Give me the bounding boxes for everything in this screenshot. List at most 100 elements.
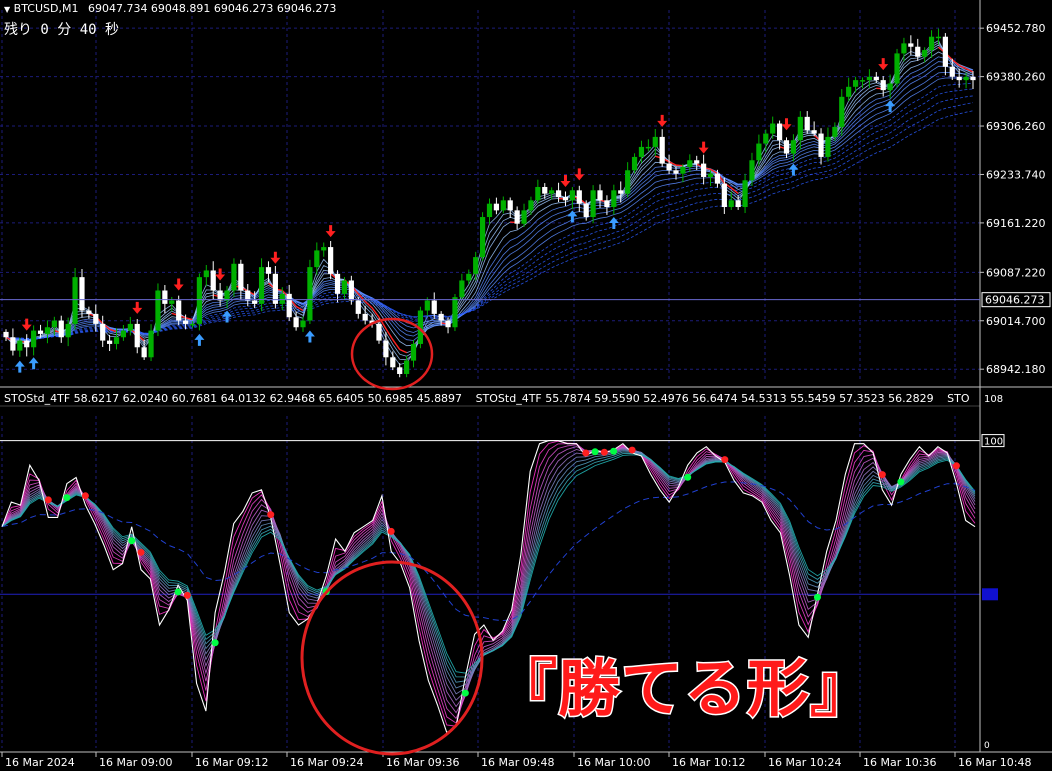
candle-body xyxy=(286,293,292,318)
time-tick-label: 16 Mar 10:36 xyxy=(863,756,936,769)
price-tick-label: 69014.700 xyxy=(986,315,1046,328)
candle-body xyxy=(452,297,458,328)
candle-body xyxy=(735,200,741,208)
symbol-label: BTCUSD,M1 xyxy=(13,2,79,15)
candle-body xyxy=(93,313,99,324)
candle-body xyxy=(604,200,610,208)
time-tick-label: 16 Mar 10:24 xyxy=(768,756,841,769)
candle-body xyxy=(680,166,686,174)
indicator-label-1: STOStd_4TF 58.6217 62.0240 60.7681 64.01… xyxy=(4,392,463,405)
candle-body xyxy=(169,300,175,304)
dropdown-triangle-icon[interactable]: ▼ xyxy=(4,5,10,14)
candle-body xyxy=(949,66,955,77)
candle-body xyxy=(811,130,817,134)
candle-body xyxy=(362,313,368,321)
price-tick-label: 69161.220 xyxy=(986,217,1046,230)
ma-bearish-segment xyxy=(392,339,401,350)
candle-body xyxy=(701,163,707,177)
candle-body xyxy=(486,203,493,218)
sell-arrow-icon xyxy=(215,268,226,281)
candle-body xyxy=(100,323,106,341)
candle-body xyxy=(107,340,113,344)
bearish-cross-dot xyxy=(81,492,89,500)
chart-svg[interactable]: 108 100 0 68942.180 69014.700 69087.220 69161… xyxy=(0,0,1052,771)
highlight-circle-indicator xyxy=(300,560,484,756)
candle-body xyxy=(307,267,313,321)
candle-body xyxy=(383,340,389,358)
candle-body xyxy=(279,293,285,304)
sell-arrow-icon xyxy=(560,175,571,188)
price-tick-label: 69087.220 xyxy=(986,266,1046,279)
candle-body xyxy=(134,323,140,348)
candle-body xyxy=(196,277,202,324)
candle-body xyxy=(625,170,631,194)
candle-body xyxy=(376,323,382,341)
buy-arrow-icon xyxy=(14,360,25,373)
bearish-cross-dot xyxy=(137,548,145,556)
candle-body xyxy=(355,300,361,314)
candle-body xyxy=(618,190,624,194)
bullish-cross-dot xyxy=(610,447,618,455)
grid-layer xyxy=(0,10,980,748)
candle-body xyxy=(500,200,506,211)
candle-body xyxy=(880,80,886,91)
sell-arrow-icon xyxy=(270,251,281,264)
indicator-label-2: STOStd_4TF 55.7874 59.5590 52.4976 56.64… xyxy=(475,392,934,405)
candle-body xyxy=(928,36,935,51)
ma-bearish-segment xyxy=(399,348,407,354)
time-tick-label: 16 Mar 10:12 xyxy=(672,756,745,769)
candle-body xyxy=(176,300,182,321)
candle-body xyxy=(258,267,265,304)
candle-body xyxy=(210,270,216,291)
sell-arrow-icon xyxy=(325,225,336,238)
candle-body xyxy=(459,280,465,298)
candle-body xyxy=(113,337,120,344)
sell-arrow-icon xyxy=(878,58,889,71)
candle-body xyxy=(334,273,341,294)
candle-body xyxy=(590,190,596,218)
candle-body xyxy=(770,123,776,134)
candle-body xyxy=(887,83,893,91)
time-tick-label: 16 Mar 09:24 xyxy=(290,756,363,769)
candle-body xyxy=(645,146,651,149)
candle-body xyxy=(970,76,976,81)
candle-body xyxy=(763,133,769,144)
price-tick-label: 69380.260 xyxy=(986,71,1046,84)
candle-body xyxy=(908,43,914,47)
ohlc-readout: 69047.734 69048.891 69046.273 69046.273 xyxy=(87,2,337,15)
candle-body xyxy=(493,203,500,211)
candle-body xyxy=(341,280,348,294)
price-tick-label: 69233.740 xyxy=(986,168,1046,181)
candle-body xyxy=(535,186,541,201)
callout-text: 『勝てる形』 xyxy=(495,652,873,725)
candle-body xyxy=(528,200,534,211)
candle-body xyxy=(72,277,78,324)
price-tick-label: 69452.780 xyxy=(986,22,1046,35)
candle-body xyxy=(777,123,783,141)
candle-body xyxy=(673,170,679,174)
buy-arrow-icon xyxy=(28,357,39,370)
indicator-header: STOStd_4TF 58.6217 62.0240 60.7681 64.01… xyxy=(4,392,979,405)
candle-body xyxy=(852,80,859,87)
time-tick-label: 16 Mar 09:12 xyxy=(195,756,268,769)
candle-body xyxy=(839,96,845,127)
candle-body xyxy=(749,160,755,181)
time-tick-label: 16 Mar 09:00 xyxy=(99,756,172,769)
candle-body xyxy=(265,267,272,274)
time-tick-label: 16 Mar 09:36 xyxy=(386,756,459,769)
candle-body xyxy=(818,133,824,157)
candle-body xyxy=(473,257,479,274)
candle-body xyxy=(542,186,548,194)
bearish-cross-dot xyxy=(44,496,52,504)
indicator-scale-bottom: 0 xyxy=(984,741,990,751)
candle-body xyxy=(956,76,962,81)
bullish-cross-dot xyxy=(813,593,821,601)
buy-arrow-icon xyxy=(304,330,315,343)
candle-body xyxy=(404,360,410,374)
candle-body xyxy=(549,190,555,194)
candle-body xyxy=(756,143,762,161)
candle-body xyxy=(583,203,589,218)
candle-body xyxy=(942,36,948,67)
candle-body xyxy=(804,116,810,131)
bullish-cross-dot xyxy=(174,588,182,596)
